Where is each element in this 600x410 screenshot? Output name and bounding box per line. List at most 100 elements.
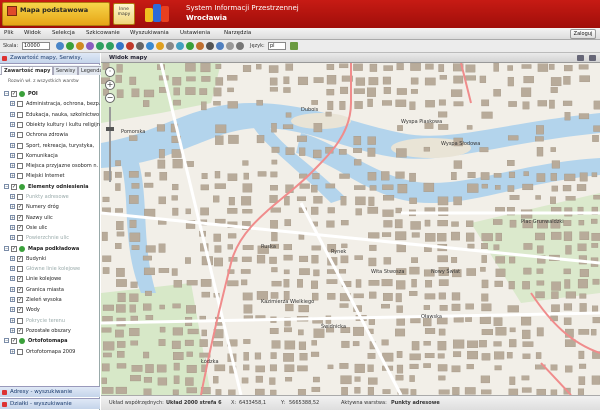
layer-checkbox[interactable]: ✓	[17, 297, 23, 303]
expand-toggle-icon[interactable]: +	[10, 152, 15, 158]
layer-checkbox[interactable]: ✓	[11, 183, 17, 190]
layer-checkbox[interactable]	[17, 121, 23, 128]
clear-icon[interactable]	[166, 42, 174, 50]
layer-item[interactable]: + Miejski Internet	[0, 171, 100, 181]
layer-item[interactable]: + Sport, rekreacja, turystyka,	[0, 141, 100, 151]
expand-toggle-icon[interactable]: +	[10, 204, 15, 210]
layer-checkbox[interactable]	[17, 163, 23, 170]
layer-checkbox[interactable]: ✓	[17, 255, 23, 262]
layer-item[interactable]: + Ochrona zdrowia	[0, 130, 100, 140]
layer-checkbox[interactable]	[17, 317, 23, 324]
expand-toggle-icon[interactable]: +	[10, 255, 15, 261]
layer-checkbox[interactable]: ✓	[17, 276, 23, 283]
tab-map-contents[interactable]: Zawartość mapy	[1, 66, 54, 75]
back-icon[interactable]	[96, 42, 104, 50]
layer-checkbox[interactable]	[17, 142, 23, 149]
layer-checkbox[interactable]	[17, 173, 23, 180]
parcel-search-panel[interactable]: Działki - wyszukiwanie	[0, 398, 100, 409]
layer-item[interactable]: + ✓ Nazwy ulic	[0, 213, 100, 223]
layer-item[interactable]: + Punkty adresowe	[0, 192, 100, 202]
language-select[interactable]: pl	[268, 42, 286, 50]
expand-toggle-icon[interactable]: +	[10, 266, 15, 272]
expand-toggle-icon[interactable]: +	[10, 132, 15, 138]
expand-toggle-icon[interactable]: +	[10, 101, 15, 107]
basemap-selector[interactable]: Mapa podstawowa	[2, 2, 110, 26]
expand-toggle-icon[interactable]: +	[10, 276, 15, 282]
expand-toggle-icon[interactable]: +	[10, 111, 15, 117]
expand-toggle-icon[interactable]: +	[10, 307, 15, 313]
layer-item[interactable]: + ✓ Pozostałe obszary	[0, 326, 100, 336]
layer-item[interactable]: + Główne linie kolejowe	[0, 264, 100, 274]
expand-toggle-icon[interactable]: +	[10, 235, 15, 241]
layer-item[interactable]: + Administracja, ochrona, bezp.	[0, 99, 100, 109]
expand-all-link[interactable]: Rozwiń wł. z wszystkich warstw	[8, 79, 79, 84]
layer-checkbox[interactable]	[17, 235, 23, 242]
menu-view[interactable]: Widok	[24, 30, 41, 36]
layer-checkbox[interactable]	[17, 266, 23, 273]
expand-toggle-icon[interactable]: +	[10, 194, 15, 199]
layer-checkbox[interactable]	[17, 152, 23, 159]
layer-checkbox[interactable]: ✓	[17, 327, 23, 334]
layer-checkbox[interactable]	[17, 132, 23, 139]
zoom-slider-handle[interactable]	[106, 127, 114, 131]
layer-item[interactable]: + ✓ Budynki	[0, 254, 100, 264]
layer-checkbox[interactable]: ✓	[11, 91, 17, 97]
expand-toggle-icon[interactable]: +	[10, 317, 15, 323]
dropdown-icon[interactable]	[236, 42, 244, 50]
layer-item[interactable]: + Miejsca przyjazne osobom n.	[0, 161, 100, 171]
comment-icon[interactable]	[577, 55, 584, 61]
layer-item[interactable]: + Powierzchnie ulic	[0, 233, 100, 243]
expand-toggle-icon[interactable]: +	[10, 163, 15, 169]
expand-toggle-icon[interactable]: −	[4, 245, 9, 251]
zoom-out-icon[interactable]	[76, 42, 84, 50]
print-icon[interactable]	[206, 42, 214, 50]
layer-group[interactable]: − ✓ POI	[0, 89, 100, 99]
collapse-icon[interactable]	[2, 56, 7, 61]
forward-icon[interactable]	[106, 42, 114, 50]
layer-checkbox[interactable]: ✓	[11, 338, 17, 345]
layer-checkbox[interactable]: ✓	[17, 307, 23, 314]
scale-select[interactable]: 10000	[22, 42, 50, 50]
refresh-icon[interactable]	[56, 42, 64, 50]
layer-group[interactable]: − ✓ Elementy odniesienia	[0, 182, 100, 192]
menu-tools[interactable]: Narzędzia	[224, 30, 251, 36]
layer-checkbox[interactable]	[17, 194, 23, 200]
expand-toggle-icon[interactable]: +	[10, 142, 15, 148]
address-search-panel[interactable]: Adresy - wyszukiwanie	[0, 386, 100, 397]
layer-checkbox[interactable]	[17, 348, 23, 355]
layer-checkbox[interactable]: ✓	[17, 214, 23, 221]
layer-group[interactable]: − ✓ Mapa podkładowa	[0, 244, 100, 254]
layer-item[interactable]: + Komunikacja	[0, 151, 100, 161]
measure-icon[interactable]	[136, 42, 144, 50]
expand-toggle-icon[interactable]: −	[4, 338, 9, 344]
search-icon[interactable]	[176, 42, 184, 50]
link-icon[interactable]	[186, 42, 194, 50]
zoom-in-icon[interactable]	[66, 42, 74, 50]
area-icon[interactable]	[156, 42, 164, 50]
expand-toggle-icon[interactable]: −	[4, 91, 9, 96]
expand-toggle-icon[interactable]: +	[10, 348, 15, 354]
expand-toggle-icon[interactable]: +	[10, 297, 15, 302]
pan-icon[interactable]	[86, 42, 94, 50]
layer-checkbox[interactable]: ✓	[17, 286, 23, 293]
expand-toggle-icon[interactable]: +	[10, 121, 15, 127]
map-view[interactable]: Dubois Pomorska Wyspa Słodowa Wyspa Piaskow…	[101, 63, 600, 395]
layer-item[interactable]: + ✓ Wody	[0, 305, 100, 315]
layer-item[interactable]: + ✓ Osie ulic	[0, 223, 100, 233]
login-button[interactable]: Zaloguj	[570, 29, 596, 39]
menu-settings[interactable]: Ustawienia	[180, 30, 210, 36]
layer-item[interactable]: + Obiekty kultury i kultu religijn.	[0, 120, 100, 130]
tab-services[interactable]: Serwisy	[53, 66, 79, 75]
map-canvas[interactable]: Dubois Pomorska Wyspa Słodowa Wyspa Piaskow…	[101, 63, 600, 395]
layer-item[interactable]: + ✓ Numery dróg	[0, 202, 100, 212]
info-icon[interactable]	[116, 42, 124, 50]
pan-up-icon[interactable]: ·	[105, 67, 115, 77]
other-maps-button[interactable]: Inne mapy	[113, 3, 135, 25]
save-icon[interactable]	[290, 42, 298, 50]
layer-checkbox[interactable]	[17, 101, 23, 108]
expand-toggle-icon[interactable]: +	[10, 224, 15, 230]
expand-toggle-icon[interactable]: −	[4, 183, 9, 189]
help-icon[interactable]	[216, 42, 224, 50]
zoom-in-button[interactable]: +	[105, 80, 115, 90]
expand-toggle-icon[interactable]: +	[10, 173, 15, 179]
